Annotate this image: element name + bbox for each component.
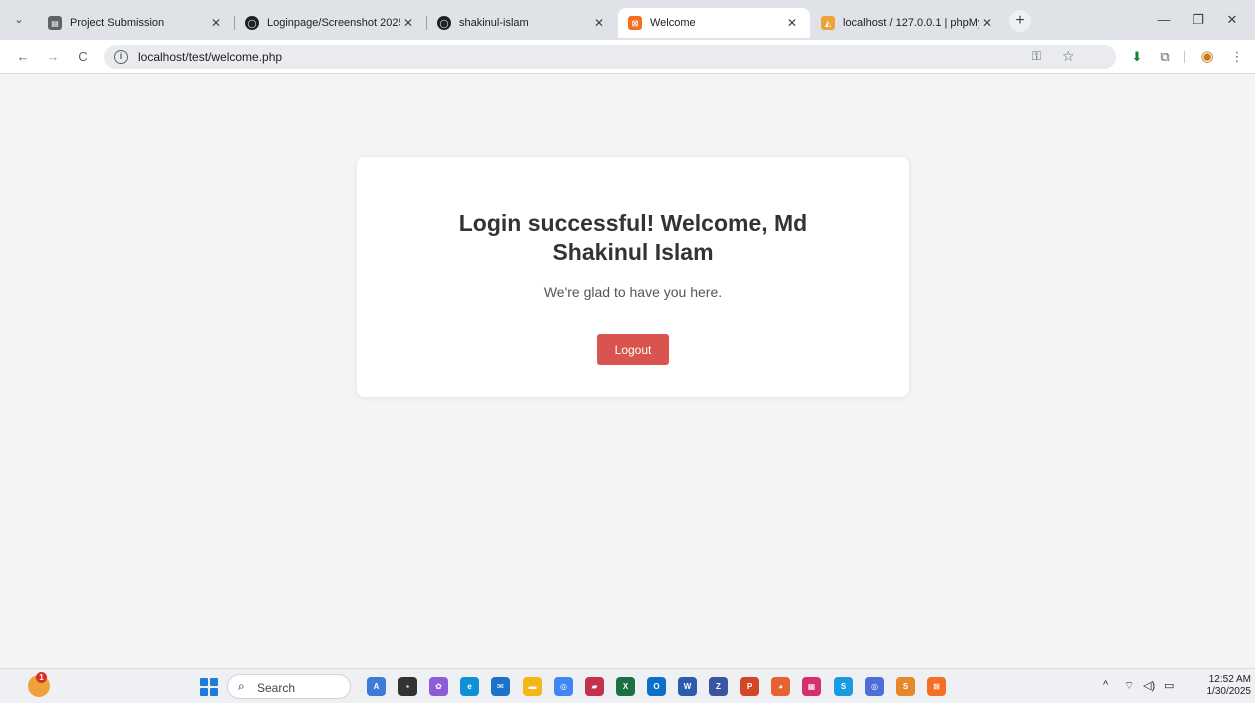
close-tab-icon[interactable]: ✕ bbox=[979, 16, 995, 30]
tab-shakinul-islam[interactable]: ◯ shakinul-islam ✕ bbox=[427, 8, 617, 38]
forward-icon[interactable]: → bbox=[44, 48, 62, 66]
taskbar-app-7-icon[interactable]: ◎ bbox=[554, 677, 573, 696]
close-window-icon[interactable]: ✕ bbox=[1217, 10, 1247, 30]
taskbar-search-box[interactable]: ⌕ Search bbox=[227, 674, 351, 699]
reload-icon[interactable]: C bbox=[74, 48, 92, 66]
taskbar-app-5-icon[interactable]: ✉ bbox=[491, 677, 510, 696]
tab-loginpage-screenshot[interactable]: ◯ Loginpage/Screenshot 2025-01 ✕ bbox=[235, 8, 426, 38]
volume-icon[interactable]: ◁) bbox=[1143, 679, 1155, 692]
battery-icon[interactable]: ▭ bbox=[1164, 679, 1174, 692]
welcome-heading: Login successful! Welcome, Md Shakinul I… bbox=[458, 210, 808, 265]
start-windows-icon[interactable] bbox=[200, 678, 218, 696]
taskbar-app-15-icon[interactable]: ▦ bbox=[802, 677, 821, 696]
taskbar-app-12-icon[interactable]: Z bbox=[709, 677, 728, 696]
wifi-icon[interactable]: ⌔ bbox=[1124, 679, 1134, 693]
taskbar-app-3-icon[interactable]: ✿ bbox=[429, 677, 448, 696]
taskbar-app-13-icon[interactable]: P bbox=[740, 677, 759, 696]
taskbar-app-9-icon[interactable]: X bbox=[616, 677, 635, 696]
tab-project-submission[interactable]: ▤ Project Submission ✕ bbox=[38, 8, 234, 38]
tab-title: localhost / 127.0.0.1 | phpMyAd bbox=[843, 17, 979, 29]
taskbar-app-10-icon[interactable]: O bbox=[647, 677, 666, 696]
back-icon[interactable]: ← bbox=[14, 48, 32, 66]
notification-badge: 1 bbox=[36, 672, 47, 683]
taskbar-app-18-icon[interactable]: S bbox=[896, 677, 915, 696]
windows-taskbar: 1 ⌕ Search A ▪ ✿ e ✉ ▬ ◎ ▰ X O W Z P ◕ ▦ S ◎ S ⊠ ^ ⌔ ◁) ▭ … bbox=[0, 668, 1255, 703]
tab-title: Project Submission bbox=[70, 17, 165, 29]
browser-menu-icon[interactable]: ⋮ bbox=[1230, 48, 1244, 66]
tab-title: shakinul-islam bbox=[459, 17, 529, 29]
password-key-icon[interactable]: ⚿ bbox=[1032, 49, 1041, 64]
clock-date: 1/30/2025 bbox=[1206, 686, 1252, 697]
toolbar-divider bbox=[1184, 51, 1185, 63]
site-info-icon[interactable]: i bbox=[114, 50, 128, 64]
address-url[interactable]: localhost/test/welcome.php bbox=[138, 50, 282, 64]
tab-title: Loginpage/Screenshot 2025-01 bbox=[267, 17, 400, 29]
close-tab-icon[interactable]: ✕ bbox=[784, 16, 800, 30]
taskbar-app-6-icon[interactable]: ▬ bbox=[523, 677, 542, 696]
taskbar-app-4-icon[interactable]: e bbox=[460, 677, 479, 696]
profile-avatar-icon[interactable]: ◉ bbox=[1198, 48, 1216, 66]
download-icon[interactable]: ⬇ bbox=[1128, 48, 1146, 66]
browser-tab-strip: ⌄ ▤ Project Submission ✕ ◯ Loginpage/Scr… bbox=[0, 0, 1255, 40]
tab-phpmyadmin[interactable]: ◭ localhost / 127.0.0.1 | phpMyAd ✕ bbox=[811, 8, 1005, 38]
tab-search-menu-icon[interactable]: ⌄ bbox=[12, 13, 26, 27]
restore-icon[interactable]: ❐ bbox=[1183, 10, 1213, 30]
taskbar-clock[interactable]: 12:52 AM 1/30/2025 bbox=[1193, 674, 1252, 698]
taskbar-app-1-icon[interactable]: A bbox=[367, 677, 386, 696]
logout-button[interactable]: Logout bbox=[597, 334, 669, 365]
close-tab-icon[interactable]: ✕ bbox=[591, 16, 607, 30]
tab-welcome[interactable]: ⊠ Welcome ✕ bbox=[618, 8, 810, 38]
search-icon: ⌕ bbox=[238, 679, 245, 693]
project-icon: ▤ bbox=[48, 16, 62, 30]
tray-chevron-icon[interactable]: ^ bbox=[1103, 679, 1108, 691]
minimize-icon[interactable]: — bbox=[1149, 10, 1179, 30]
tab-title: Welcome bbox=[650, 17, 696, 29]
page-viewport: Login successful! Welcome, Md Shakinul I… bbox=[0, 75, 1255, 668]
taskbar-app-11-icon[interactable]: W bbox=[678, 677, 697, 696]
taskbar-app-8-icon[interactable]: ▰ bbox=[585, 677, 604, 696]
new-tab-button[interactable]: + bbox=[1009, 10, 1031, 32]
taskbar-app-2-icon[interactable]: ▪ bbox=[398, 677, 417, 696]
taskbar-app-17-icon[interactable]: ◎ bbox=[865, 677, 884, 696]
taskbar-app-16-icon[interactable]: S bbox=[834, 677, 853, 696]
close-tab-icon[interactable]: ✕ bbox=[400, 16, 416, 30]
search-label: Search bbox=[257, 681, 296, 695]
bookmark-star-icon[interactable]: ☆ bbox=[1062, 48, 1075, 65]
extensions-icon[interactable]: ⧉ bbox=[1156, 48, 1174, 66]
browser-toolbar: ← → C i localhost/test/welcome.php ⚿ ☆ ⬇… bbox=[0, 40, 1255, 74]
welcome-subtext: We're glad to have you here. bbox=[543, 284, 723, 300]
github-icon: ◯ bbox=[245, 16, 259, 30]
xampp-icon: ⊠ bbox=[628, 16, 642, 30]
close-tab-icon[interactable]: ✕ bbox=[208, 16, 224, 30]
github-icon: ◯ bbox=[437, 16, 451, 30]
taskbar-app-14-icon[interactable]: ◕ bbox=[771, 677, 790, 696]
clock-time: 12:52 AM bbox=[1208, 674, 1251, 685]
phpmyadmin-icon: ◭ bbox=[821, 16, 835, 30]
taskbar-app-19-icon[interactable]: ⊠ bbox=[927, 677, 946, 696]
welcome-card: Login successful! Welcome, Md Shakinul I… bbox=[357, 157, 909, 397]
address-bar[interactable]: i localhost/test/welcome.php ⚿ ☆ bbox=[104, 45, 1116, 69]
